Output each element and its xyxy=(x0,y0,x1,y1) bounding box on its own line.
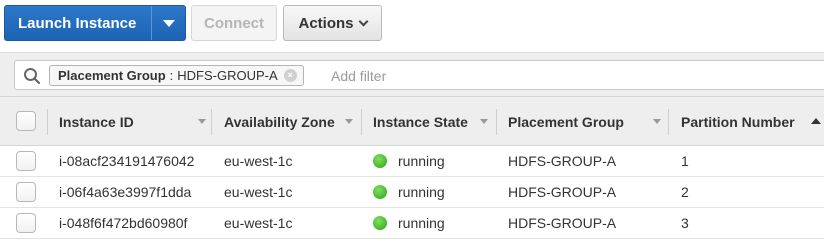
running-status-icon xyxy=(373,185,387,199)
column-header-instance-id[interactable]: Instance ID xyxy=(59,97,209,146)
add-filter-input[interactable]: Add filter xyxy=(331,68,386,84)
instances-table: Instance ID Availability Zone Instance S… xyxy=(0,96,824,239)
actions-label: Actions xyxy=(298,14,354,32)
table-body: i-08acf234191476042 eu-west-1c running H… xyxy=(0,146,824,239)
column-header-partition-number[interactable]: Partition Number xyxy=(681,97,824,146)
table-header: Instance ID Availability Zone Instance S… xyxy=(0,96,824,146)
instance-state-cell: running xyxy=(373,146,445,176)
filter-search-box[interactable]: Placement Group : HDFS-GROUP-A × Add fil… xyxy=(14,60,824,90)
table-row[interactable]: i-048f6f472bd60980f eu-west-1c running H… xyxy=(0,208,824,239)
instance-state-cell: running xyxy=(373,208,445,238)
sort-caret-icon xyxy=(653,119,661,124)
running-status-icon xyxy=(373,216,387,230)
table-row[interactable]: i-06f4a63e3997f1dda eu-west-1c running H… xyxy=(0,177,824,208)
availability-zone-cell: eu-west-1c xyxy=(224,215,293,231)
row-checkbox[interactable] xyxy=(16,213,36,233)
select-all-checkbox[interactable] xyxy=(16,111,36,131)
search-icon xyxy=(24,68,41,85)
filter-token-separator: : xyxy=(169,68,174,83)
column-divider xyxy=(211,109,212,135)
partition-number-cell: 2 xyxy=(681,184,689,200)
placement-group-cell: HDFS-GROUP-A xyxy=(508,153,617,169)
instance-id-cell: i-08acf234191476042 xyxy=(59,153,195,169)
filter-token-key: Placement Group xyxy=(58,68,166,83)
column-divider xyxy=(47,109,48,135)
chevron-down-icon xyxy=(358,16,368,26)
launch-instance-dropdown-button[interactable] xyxy=(151,6,185,40)
availability-zone-cell: eu-west-1c xyxy=(224,184,293,200)
column-divider xyxy=(361,109,362,135)
placement-group-cell: HDFS-GROUP-A xyxy=(508,184,617,200)
toolbar: Launch Instance Connect Actions xyxy=(4,5,382,41)
running-status-icon xyxy=(373,154,387,168)
column-label: Partition Number xyxy=(681,113,795,130)
sort-caret-icon xyxy=(480,119,488,124)
placement-group-cell: HDFS-GROUP-A xyxy=(508,215,617,231)
filter-bar: Placement Group : HDFS-GROUP-A × Add fil… xyxy=(0,52,824,96)
row-checkbox[interactable] xyxy=(16,151,36,171)
column-divider xyxy=(668,109,669,135)
column-header-placement-group[interactable]: Placement Group xyxy=(508,97,666,146)
instance-state-label: running xyxy=(398,215,445,231)
sort-ascending-icon xyxy=(811,118,821,124)
table-row[interactable]: i-08acf234191476042 eu-west-1c running H… xyxy=(0,146,824,177)
column-header-instance-state[interactable]: Instance State xyxy=(373,97,495,146)
instance-state-label: running xyxy=(398,184,445,200)
column-label: Placement Group xyxy=(508,113,624,130)
instance-state-cell: running xyxy=(373,177,445,207)
connect-button[interactable]: Connect xyxy=(191,5,277,41)
actions-button[interactable]: Actions xyxy=(283,5,382,41)
column-label: Instance State xyxy=(373,113,468,130)
sort-caret-icon xyxy=(198,119,206,124)
instance-state-label: running xyxy=(398,153,445,169)
row-checkbox[interactable] xyxy=(16,182,36,202)
filter-token-value: HDFS-GROUP-A xyxy=(177,68,278,83)
partition-number-cell: 3 xyxy=(681,215,689,231)
sort-caret-icon xyxy=(345,119,353,124)
caret-down-icon xyxy=(162,19,175,27)
partition-number-cell: 1 xyxy=(681,153,689,169)
instance-id-cell: i-06f4a63e3997f1dda xyxy=(59,184,192,200)
instance-id-cell: i-048f6f472bd60980f xyxy=(59,215,188,231)
filter-token[interactable]: Placement Group : HDFS-GROUP-A × xyxy=(49,65,304,86)
column-label: Instance ID xyxy=(59,113,134,130)
availability-zone-cell: eu-west-1c xyxy=(224,153,293,169)
close-icon[interactable]: × xyxy=(283,69,297,82)
launch-instance-split-button: Launch Instance xyxy=(4,5,186,41)
column-header-availability-zone[interactable]: Availability Zone xyxy=(224,97,359,146)
column-label: Availability Zone xyxy=(224,113,335,130)
launch-instance-button[interactable]: Launch Instance xyxy=(5,6,151,40)
column-divider xyxy=(496,109,497,135)
